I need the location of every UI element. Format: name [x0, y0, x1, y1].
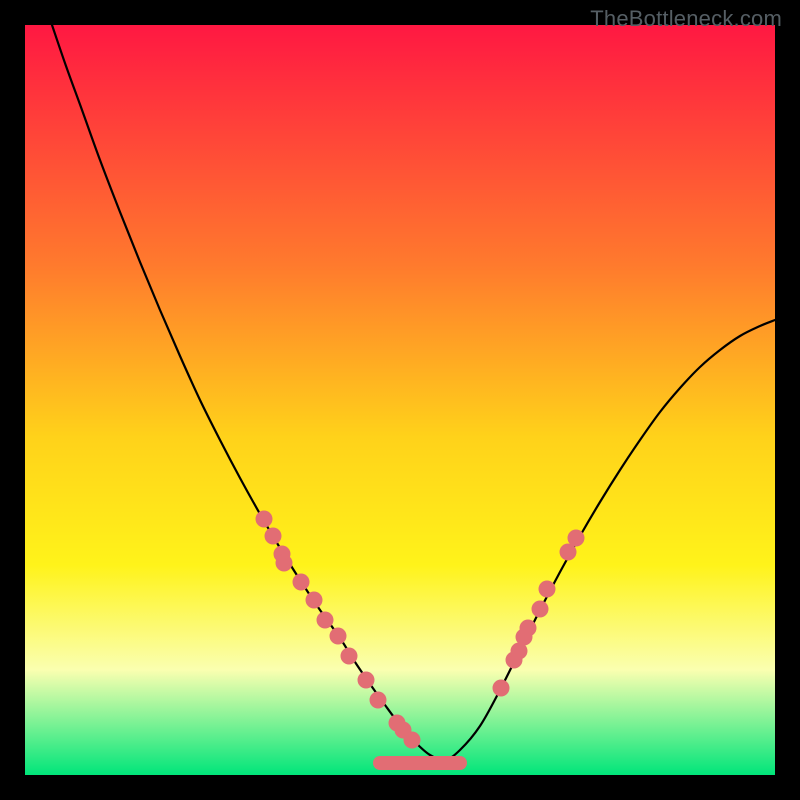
data-dot — [256, 511, 273, 528]
frame-left — [0, 0, 25, 800]
data-dot — [568, 530, 585, 547]
data-dot — [358, 672, 375, 689]
frame-bottom — [0, 775, 800, 800]
data-dot — [317, 612, 334, 629]
data-dot — [341, 648, 358, 665]
data-dot — [493, 680, 510, 697]
data-dot — [265, 528, 282, 545]
data-dot — [276, 555, 293, 572]
frame-right — [775, 0, 800, 800]
plot-background — [25, 25, 775, 775]
bottleneck-chart — [0, 0, 800, 800]
data-dot — [520, 620, 537, 637]
data-dot — [293, 574, 310, 591]
data-dot — [404, 732, 421, 749]
watermark-text: TheBottleneck.com — [590, 6, 782, 32]
data-dot — [330, 628, 347, 645]
data-dot — [539, 581, 556, 598]
chart-container: TheBottleneck.com — [0, 0, 800, 800]
data-dot — [532, 601, 549, 618]
data-dot — [306, 592, 323, 609]
data-dot — [370, 692, 387, 709]
